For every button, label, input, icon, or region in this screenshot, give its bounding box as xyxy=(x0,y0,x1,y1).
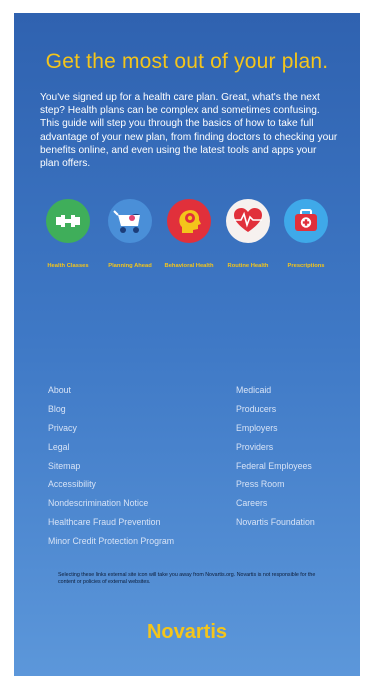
brand-logo[interactable]: Novartis xyxy=(14,621,360,644)
feature-health-classes[interactable]: Health Classes xyxy=(38,199,98,270)
medkit-icon xyxy=(284,199,328,243)
footer-link-nondiscrimination[interactable]: Nondescrimination Notice xyxy=(48,494,174,513)
footer-link-accessibility[interactable]: Accessibility xyxy=(48,475,174,494)
footer-link-press-room[interactable]: Press Room xyxy=(236,475,315,494)
dumbbell-icon xyxy=(46,199,90,243)
footer-link-fraud-prevention[interactable]: Healthcare Fraud Prevention xyxy=(48,513,174,532)
footer-link-federal-employees[interactable]: Federal Employees xyxy=(236,457,315,476)
main-panel: Get the most out of your plan. You've si… xyxy=(14,13,360,676)
footer-link-legal[interactable]: Legal xyxy=(48,438,174,457)
intro-text: You've signed up for a health care plan.… xyxy=(40,92,338,170)
feature-planning-ahead[interactable]: Planning Ahead xyxy=(100,199,160,270)
footer-links-left: About Blog Privacy Legal Sitemap Accessi… xyxy=(48,381,174,551)
heartbeat-icon xyxy=(226,199,270,243)
footer-links-right: Medicaid Producers Employers Providers F… xyxy=(236,381,315,532)
external-links-disclaimer: Selecting these links external site icon… xyxy=(58,572,316,585)
feature-prescriptions[interactable]: Prescriptions xyxy=(276,199,336,270)
footer-link-foundation[interactable]: Novartis Foundation xyxy=(236,513,315,532)
footer-link-privacy[interactable]: Privacy xyxy=(48,419,174,438)
feature-label: Behavioral Health xyxy=(164,263,214,269)
stroller-icon xyxy=(108,199,152,243)
feature-label: Prescriptions xyxy=(287,263,325,269)
footer-link-blog[interactable]: Blog xyxy=(48,400,174,419)
footer-link-minor-credit[interactable]: Minor Credit Protection Program xyxy=(48,532,174,551)
footer-link-sitemap[interactable]: Sitemap xyxy=(48,457,174,476)
footer-link-about[interactable]: About xyxy=(48,381,174,400)
feature-label: Planning Ahead xyxy=(108,263,152,269)
page-headline: Get the most out of your plan. xyxy=(45,50,329,73)
feature-label: Routine Health xyxy=(227,263,269,269)
head-icon xyxy=(167,199,211,243)
footer-link-employers[interactable]: Employers xyxy=(236,419,315,438)
feature-behavioral-health[interactable]: Behavioral Health xyxy=(159,199,219,270)
footer-link-producers[interactable]: Producers xyxy=(236,400,315,419)
feature-routine-health[interactable]: Routine Health xyxy=(218,199,278,270)
footer-link-careers[interactable]: Careers xyxy=(236,494,315,513)
footer-link-providers[interactable]: Providers xyxy=(236,438,315,457)
footer-link-medicaid[interactable]: Medicaid xyxy=(236,381,315,400)
feature-label: Health Classes xyxy=(47,263,89,269)
